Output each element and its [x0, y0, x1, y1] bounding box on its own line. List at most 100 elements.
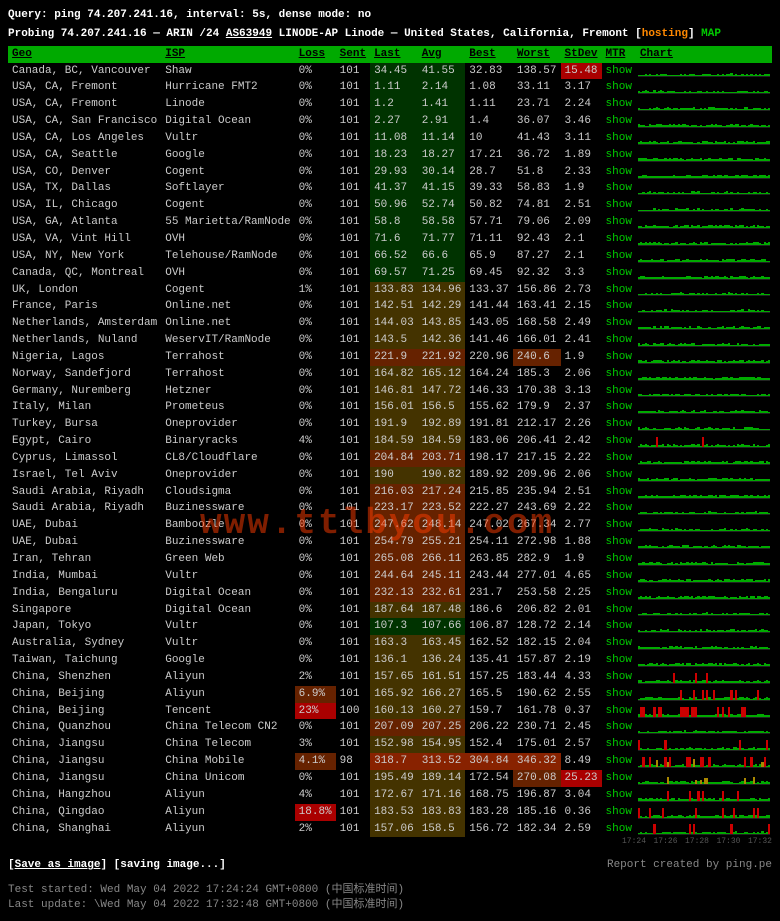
- map-link[interactable]: MAP: [701, 28, 721, 40]
- mtr-link[interactable]: show: [602, 450, 636, 467]
- mtr-link[interactable]: show: [602, 821, 636, 838]
- cell-best: 57.71: [465, 214, 513, 231]
- mtr-link[interactable]: show: [602, 787, 636, 804]
- table-row: USA, CA, FremontHurricane FMT20%1011.112…: [8, 79, 772, 96]
- latency-sparkline: [638, 620, 770, 633]
- mtr-link[interactable]: show: [602, 147, 636, 164]
- cell-worst: 92.32: [513, 265, 561, 282]
- mtr-link[interactable]: show: [602, 399, 636, 416]
- col-best[interactable]: Best: [465, 46, 513, 63]
- cell-avg: 160.27: [418, 703, 466, 720]
- mtr-link[interactable]: show: [602, 669, 636, 686]
- mtr-link[interactable]: show: [602, 180, 636, 197]
- mtr-link[interactable]: show: [602, 63, 636, 80]
- col-loss[interactable]: Loss: [295, 46, 336, 63]
- latency-sparkline: [638, 435, 770, 448]
- mtr-link[interactable]: show: [602, 366, 636, 383]
- cell-loss: 0%: [295, 63, 336, 80]
- mtr-link[interactable]: show: [602, 433, 636, 450]
- latency-sparkline: [638, 233, 770, 246]
- mtr-link[interactable]: show: [602, 113, 636, 130]
- mtr-link[interactable]: show: [602, 231, 636, 248]
- chart-cell: [636, 787, 772, 804]
- mtr-link[interactable]: show: [602, 282, 636, 299]
- mtr-link[interactable]: show: [602, 416, 636, 433]
- mtr-link[interactable]: show: [602, 383, 636, 400]
- cell-stdev: 4.33: [561, 669, 602, 686]
- col-mtr[interactable]: MTR: [602, 46, 636, 63]
- cell-avg: 183.83: [418, 804, 466, 821]
- cell-avg: 156.5: [418, 399, 466, 416]
- cell-avg: 203.71: [418, 450, 466, 467]
- col-isp[interactable]: ISP: [161, 46, 294, 63]
- cell-geo: China, Jiangsu: [8, 753, 161, 770]
- mtr-link[interactable]: show: [602, 265, 636, 282]
- col-stdev[interactable]: StDev: [561, 46, 602, 63]
- mtr-link[interactable]: show: [602, 467, 636, 484]
- cell-sent: 101: [336, 618, 370, 635]
- cell-loss: 0%: [295, 197, 336, 214]
- latency-sparkline: [638, 351, 770, 364]
- mtr-link[interactable]: show: [602, 484, 636, 501]
- cell-best: 198.17: [465, 450, 513, 467]
- cell-sent: 101: [336, 770, 370, 787]
- mtr-link[interactable]: show: [602, 96, 636, 113]
- cell-worst: 185.3: [513, 366, 561, 383]
- mtr-link[interactable]: show: [602, 534, 636, 551]
- cell-avg: 147.72: [418, 383, 466, 400]
- chart-cell: [636, 618, 772, 635]
- mtr-link[interactable]: show: [602, 602, 636, 619]
- mtr-link[interactable]: show: [602, 214, 636, 231]
- mtr-link[interactable]: show: [602, 618, 636, 635]
- chart-cell: [636, 652, 772, 669]
- mtr-link[interactable]: show: [602, 568, 636, 585]
- mtr-link[interactable]: show: [602, 736, 636, 753]
- mtr-link[interactable]: show: [602, 349, 636, 366]
- mtr-link[interactable]: show: [602, 719, 636, 736]
- mtr-link[interactable]: show: [602, 551, 636, 568]
- mtr-link[interactable]: show: [602, 79, 636, 96]
- latency-sparkline: [638, 283, 770, 296]
- col-last[interactable]: Last: [370, 46, 418, 63]
- mtr-link[interactable]: show: [602, 130, 636, 147]
- cell-loss: 0%: [295, 585, 336, 602]
- mtr-link[interactable]: show: [602, 753, 636, 770]
- mtr-link[interactable]: show: [602, 248, 636, 265]
- col-geo[interactable]: Geo: [8, 46, 161, 63]
- mtr-link[interactable]: show: [602, 197, 636, 214]
- cell-geo: USA, GA, Atlanta: [8, 214, 161, 231]
- save-image-link[interactable]: Save as image: [15, 859, 101, 871]
- cell-loss: 0%: [295, 113, 336, 130]
- col-sent[interactable]: Sent: [336, 46, 370, 63]
- cell-best: 159.7: [465, 703, 513, 720]
- mtr-link[interactable]: show: [602, 804, 636, 821]
- mtr-link[interactable]: show: [602, 517, 636, 534]
- cell-worst: 87.27: [513, 248, 561, 265]
- cell-worst: 206.82: [513, 602, 561, 619]
- col-worst[interactable]: Worst: [513, 46, 561, 63]
- mtr-link[interactable]: show: [602, 164, 636, 181]
- mtr-link[interactable]: show: [602, 635, 636, 652]
- cell-geo: China, Beijing: [8, 686, 161, 703]
- footer: [Save as image] [saving image...] Report…: [8, 858, 772, 873]
- mtr-link[interactable]: show: [602, 770, 636, 787]
- chart-cell: [636, 484, 772, 501]
- mtr-link[interactable]: show: [602, 686, 636, 703]
- cell-geo: Egypt, Cairo: [8, 433, 161, 450]
- mtr-link[interactable]: show: [602, 652, 636, 669]
- mtr-link[interactable]: show: [602, 332, 636, 349]
- cell-geo: USA, TX, Dallas: [8, 180, 161, 197]
- mtr-link[interactable]: show: [602, 703, 636, 720]
- cell-sent: 98: [336, 753, 370, 770]
- col-avg[interactable]: Avg: [418, 46, 466, 63]
- query-line: Query: ping 74.207.241.16, interval: 5s,…: [8, 8, 772, 23]
- mtr-link[interactable]: show: [602, 585, 636, 602]
- mtr-link[interactable]: show: [602, 500, 636, 517]
- mtr-link[interactable]: show: [602, 298, 636, 315]
- asn-link[interactable]: AS63949: [226, 28, 272, 40]
- col-chart[interactable]: Chart: [636, 46, 772, 63]
- mtr-link[interactable]: show: [602, 315, 636, 332]
- cell-last: 163.3: [370, 635, 418, 652]
- cell-avg: 192.89: [418, 416, 466, 433]
- cell-isp: Aliyun: [161, 787, 294, 804]
